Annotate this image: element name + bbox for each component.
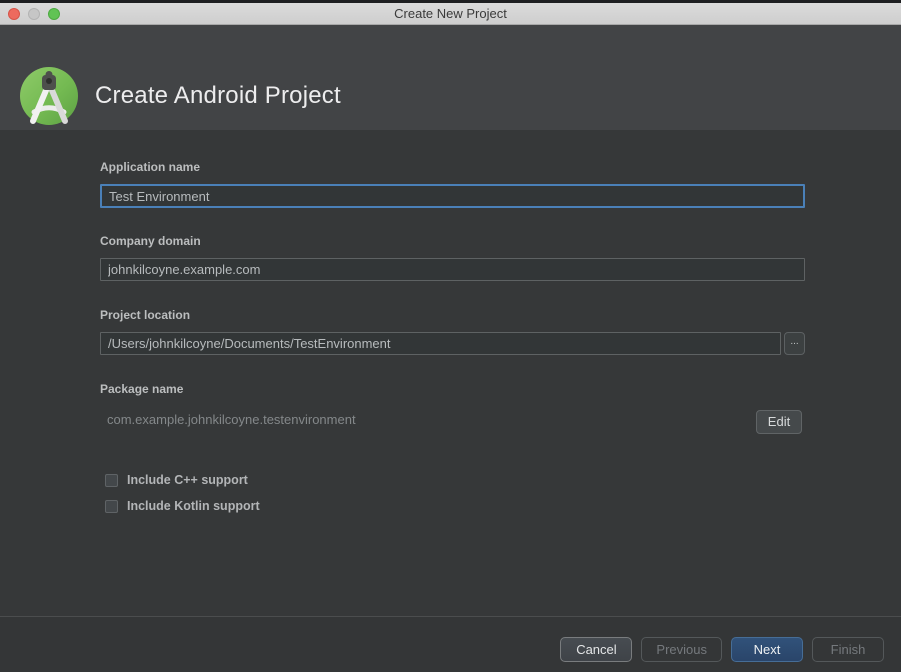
application-name-input[interactable] [100, 184, 805, 208]
include-cpp-checkbox-row[interactable]: Include C++ support [105, 473, 248, 487]
company-domain-input[interactable] [100, 258, 805, 281]
package-name-label: Package name [100, 382, 183, 396]
wizard-header: Create Android Project [0, 25, 901, 130]
application-name-label: Application name [100, 160, 200, 174]
window-titlebar[interactable]: Create New Project [0, 3, 901, 25]
checkbox-unchecked-icon[interactable] [105, 474, 118, 487]
include-kotlin-checkbox-row[interactable]: Include Kotlin support [105, 499, 260, 513]
footer-buttons: Cancel Previous Next Finish [560, 637, 884, 662]
project-location-label: Project location [100, 308, 190, 322]
close-window-icon[interactable] [8, 8, 20, 20]
zoom-window-icon[interactable] [48, 8, 60, 20]
previous-button[interactable]: Previous [641, 637, 722, 662]
footer: Cancel Previous Next Finish [0, 617, 901, 672]
checkbox-unchecked-icon[interactable] [105, 500, 118, 513]
page-title: Create Android Project [95, 82, 341, 110]
finish-button[interactable]: Finish [812, 637, 884, 662]
include-cpp-label: Include C++ support [127, 473, 248, 487]
next-button[interactable]: Next [731, 637, 803, 662]
minimize-window-icon[interactable] [28, 8, 40, 20]
include-kotlin-label: Include Kotlin support [127, 499, 260, 513]
edit-package-button[interactable]: Edit [756, 410, 802, 434]
window-controls [8, 8, 60, 20]
company-domain-label: Company domain [100, 234, 201, 248]
package-name-value: com.example.johnkilcoyne.testenvironment [107, 412, 356, 427]
cancel-button[interactable]: Cancel [560, 637, 632, 662]
android-studio-logo-icon [20, 67, 78, 125]
browse-folder-button[interactable]: ... [784, 332, 805, 355]
project-location-input[interactable] [100, 332, 781, 355]
window-title: Create New Project [0, 3, 901, 25]
